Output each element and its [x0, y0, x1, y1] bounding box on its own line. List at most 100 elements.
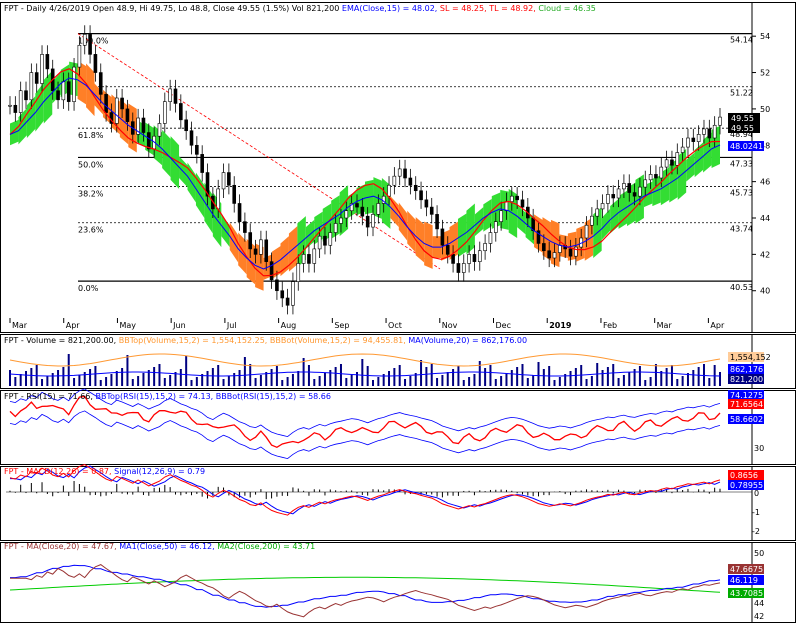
candle-body	[493, 221, 498, 233]
candle-body	[584, 224, 589, 239]
candle-body	[243, 221, 247, 233]
candle-body	[189, 130, 194, 146]
fib-value-label: 40.53	[730, 283, 753, 292]
fib-value-label: 51.22	[730, 89, 753, 98]
candle-body	[445, 244, 450, 255]
candle-body	[173, 88, 178, 104]
candle-body	[691, 137, 696, 142]
candle-body	[61, 81, 66, 101]
svg-text:48.0241: 48.0241	[730, 142, 763, 151]
candle-body	[291, 281, 295, 306]
candle-body	[104, 94, 108, 113]
candle-body	[483, 243, 487, 252]
candle-body	[371, 214, 375, 228]
candle-body	[344, 210, 349, 219]
svg-text:30: 30	[754, 444, 764, 453]
svg-text:46.119: 46.119	[730, 576, 758, 585]
x-tick-label: Nov	[442, 321, 458, 330]
ma-title: FPT - MA(Close,20) = 47.67, MA1(Close,50…	[4, 542, 315, 551]
candle-body	[387, 184, 391, 197]
candle-body	[643, 179, 648, 188]
candle-body	[456, 263, 461, 273]
y-tick-label: 42	[760, 250, 770, 259]
candle-body	[216, 188, 220, 210]
x-tick-label: Mar	[657, 321, 673, 330]
candle-body	[8, 104, 12, 107]
candle-body	[419, 190, 423, 201]
candle-body	[542, 243, 546, 252]
candle-body	[280, 290, 285, 299]
x-tick-label: Apr	[710, 321, 725, 330]
candle-body	[221, 172, 226, 190]
fib-pct-label: 38.2%	[78, 190, 104, 199]
svg-text:49.55: 49.55	[731, 124, 754, 133]
candle-body	[328, 232, 333, 246]
candle-body	[114, 97, 119, 124]
fib-value-label: 47.33	[730, 159, 753, 168]
y-tick-label: 50	[760, 105, 770, 114]
candle-body	[248, 232, 253, 250]
candle-body	[574, 246, 578, 257]
svg-text:44: 44	[754, 599, 764, 608]
svg-text:1,554,152: 1,554,152	[730, 353, 771, 362]
candle-body	[29, 72, 34, 101]
svg-text:47.6675: 47.6675	[730, 565, 763, 574]
svg-text:58.6602: 58.6602	[730, 415, 763, 424]
svg-text:-1: -1	[752, 508, 760, 517]
candle-body	[339, 217, 343, 224]
fib-pct-label: 23.6%	[78, 226, 104, 235]
candle-body	[24, 90, 28, 101]
candle-body	[638, 186, 642, 197]
fib-pct-label: 50.0%	[78, 160, 104, 169]
candle-body	[504, 201, 509, 212]
candle-body	[477, 250, 482, 262]
candle-body	[200, 154, 204, 173]
candle-body	[125, 108, 130, 122]
x-tick-label: Dec	[496, 321, 511, 330]
svg-text:42: 42	[754, 612, 764, 621]
candle-body	[552, 252, 557, 259]
candle-body	[659, 166, 664, 179]
candle-body	[606, 194, 610, 204]
x-tick-label: Apr	[66, 321, 81, 330]
candle-body	[515, 195, 519, 201]
candle-body	[66, 81, 71, 102]
candle-body	[141, 117, 146, 133]
candle-body	[558, 244, 562, 253]
candle-body	[686, 137, 690, 148]
rsi-title: FPT - RSI(15) = 71.66, BBTop(RSI(15),15,…	[4, 392, 331, 401]
x-tick-label: Mar	[12, 321, 28, 330]
svg-text:821,200: 821,200	[730, 375, 763, 384]
candle-body	[424, 199, 429, 208]
candle-body	[461, 263, 466, 273]
candle-body	[595, 208, 600, 217]
y-tick-label: 46	[760, 178, 770, 187]
candle-body	[82, 34, 87, 46]
main-title: FPT - Daily 4/26/2019 Open 48.9, Hi 49.7…	[4, 4, 596, 13]
candle-body	[195, 144, 199, 155]
candle-body	[397, 168, 402, 177]
candle-body	[702, 128, 706, 135]
candle-body	[184, 119, 188, 132]
candle-body	[259, 239, 263, 255]
candle-body	[664, 159, 669, 168]
svg-text:0: 0	[754, 489, 759, 498]
candle-body	[120, 97, 124, 110]
fib-value-label: 45.73	[730, 189, 753, 198]
candle-body	[285, 297, 290, 306]
candle-body	[157, 123, 162, 137]
candle-body	[510, 195, 514, 202]
x-tick-label: Oct	[388, 321, 402, 330]
fib-pct-label: 61.8%	[78, 131, 104, 140]
candle-body	[467, 254, 471, 264]
candle-body	[163, 101, 167, 124]
price-tags: 49.55 49.55 48.0241	[728, 113, 764, 151]
candle-body	[403, 168, 407, 179]
x-tick-label: Jun	[172, 321, 186, 330]
candle-body	[253, 248, 258, 255]
candle-body	[323, 235, 327, 246]
y-tick-label: 44	[760, 214, 770, 223]
candle-body	[440, 228, 445, 246]
x-tick-label: 2019	[549, 321, 572, 330]
candle-body	[179, 103, 183, 121]
